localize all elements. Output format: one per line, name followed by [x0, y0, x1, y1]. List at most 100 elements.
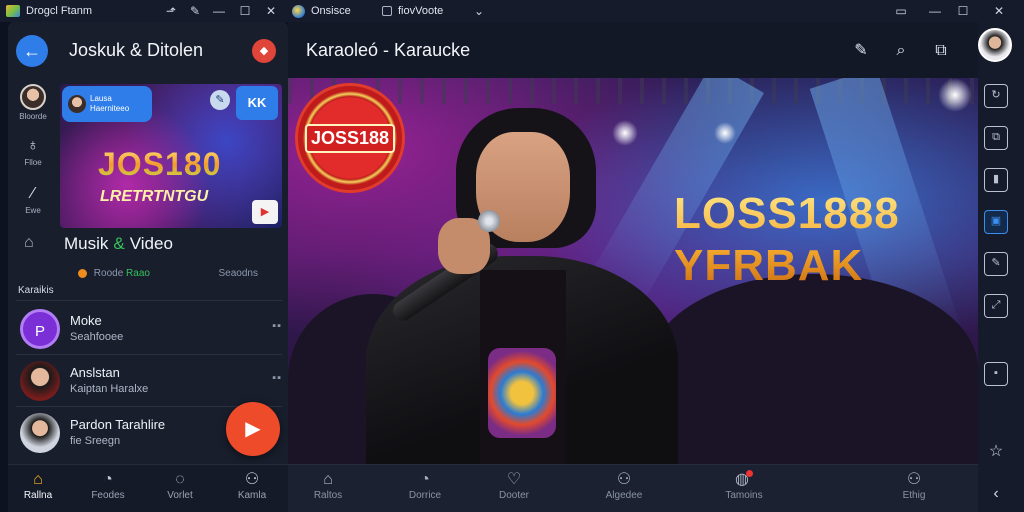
maximize-window-icon[interactable]: ☐ [954, 2, 972, 20]
app-logo-icon [6, 5, 20, 17]
nav-item-ethig[interactable]: ⚇ Ethig [874, 470, 954, 501]
more-icon[interactable]: ▪▪ [272, 372, 282, 384]
song-subtitle: fie Sreegn [70, 435, 121, 447]
rail-item-profile[interactable]: Bloorde [14, 84, 52, 121]
bookmark-icon[interactable]: ▮ [984, 168, 1008, 192]
banner-badge[interactable]: KK [236, 86, 278, 120]
play-icon[interactable]: ▶ [252, 200, 278, 224]
window-tab-strip: Drogcl Ftanm ⬏ ✎ — ☐ ✕ Onsisce fiovVoote… [0, 0, 1024, 22]
nav-item-vorlet[interactable]: ◌ Vorlet [150, 470, 210, 501]
minimize-window-icon[interactable]: — [926, 2, 944, 20]
more-icon[interactable]: ▪▪ [272, 320, 282, 332]
pen-icon[interactable]: ✎ [850, 40, 872, 62]
nav-item-dooter[interactable]: ♡ Dooter [474, 470, 554, 501]
copy-icon[interactable]: ⧉ [984, 126, 1008, 150]
home-icon: ⌂ [323, 471, 333, 488]
rail-item-ewe[interactable]: ⁄ Ewe [14, 184, 52, 215]
main-header: Karaoleó - Karaucke ✎ ⌕ ⧉ [288, 22, 978, 78]
song-title: Pardon Tarahlire [70, 417, 166, 432]
list-item[interactable]: Anslstan Kaiptan Haralxe ▪▪ [20, 356, 282, 406]
tab-action-icon[interactable]: ⬏ [162, 2, 180, 20]
rail-item-flloe[interactable]: ♁ Flloe [14, 136, 52, 167]
page-title: Karaoleó - Karaucke [306, 40, 471, 60]
microphone-head [478, 210, 500, 232]
song-cover [20, 413, 60, 453]
nav-item-dorrice[interactable]: ◔ Dorrice [385, 470, 465, 501]
right-toolbar: ↻ ⧉ ▮ ▣ ✎ ⤢ ▪ ☆ ‹ [978, 22, 1024, 512]
rail-item-label: Ewe [25, 206, 41, 215]
sidebar-title: Joskuk & Ditolen [69, 40, 204, 60]
maximize-icon[interactable]: ☐ [236, 2, 254, 20]
notification-icon: ◍ [704, 470, 784, 490]
banner-chip-line2: Haerniteeo [90, 104, 130, 113]
square-icon[interactable]: ▪ [984, 362, 1008, 386]
star-icon[interactable]: ☆ [984, 440, 1008, 464]
nav-item-raltos[interactable]: ⌂ Raltos [288, 470, 368, 501]
close-window-icon[interactable]: ✕ [990, 2, 1008, 20]
divider [16, 300, 282, 301]
nav-label: Dooter [498, 490, 529, 501]
main-panel: Karaoleó - Karaucke ✎ ⌕ ⧉ JOSS188 LOSS18… [288, 22, 978, 512]
meta-left: Roode [93, 268, 124, 279]
avatar [68, 95, 86, 113]
pin-icon[interactable]: ✎ [210, 90, 230, 110]
heart-icon: ♡ [506, 471, 522, 488]
promo-text: LOSS1888 YFRBAK [674, 188, 974, 292]
divider [16, 354, 282, 355]
back-button[interactable]: ← [16, 35, 48, 67]
nav-label: Tamoins [725, 490, 763, 501]
tab-video-label: fiovVoote [398, 5, 444, 17]
banner-headline: JOS180 [98, 146, 222, 182]
main-bottom-nav: ⌂ Raltos ◔ Dorrice ♡ Dooter ⚇ Algedee ◍ … [288, 464, 978, 512]
dropdown-icon[interactable]: ⌄ [470, 2, 488, 20]
share-icon[interactable]: ⧉ [930, 40, 952, 62]
edit-box-icon[interactable]: ✎ [984, 252, 1008, 276]
nav-item-tamoins[interactable]: ◍ Tamoins [704, 470, 784, 501]
minimize-icon[interactable]: — [210, 2, 228, 20]
refresh-icon[interactable]: ↻ [984, 84, 1008, 108]
meta-right[interactable]: Seaodns [219, 268, 258, 279]
avatar[interactable] [978, 28, 1012, 62]
back-arrow-icon[interactable]: ‹ [984, 482, 1008, 506]
nav-label: Kamla [237, 490, 267, 501]
rail-item-label: Flloe [24, 158, 42, 167]
nav-label: Feodes [91, 490, 125, 501]
nav-item-algedee[interactable]: ⚇ Algedee [584, 470, 664, 501]
nav-item-feodes[interactable]: ◔ Feodes [78, 470, 138, 501]
play-button[interactable]: ▶ [226, 402, 280, 456]
song-subtitle: Seahfooee [70, 331, 124, 343]
home-icon: ⌂ [33, 471, 43, 488]
tab-app[interactable]: Drogcl Ftanm [6, 0, 148, 22]
nav-label: Rallna [23, 490, 53, 501]
banner-user-chip[interactable]: Lausa Haerniteeo [62, 86, 152, 122]
resize-icon[interactable]: ⤢ [984, 294, 1008, 318]
search-icon[interactable]: ⌕ [890, 40, 912, 62]
close-icon[interactable]: ✕ [262, 2, 280, 20]
promo-banner[interactable]: Lausa Haerniteeo ✎ KK JOS180 LRETRTNTGU … [60, 84, 282, 228]
status-dot-icon [78, 268, 87, 278]
layout-icon[interactable]: ▣ [984, 210, 1008, 234]
tab-onsisce-label: Onsisce [311, 5, 351, 17]
nav-item-rallna[interactable]: ⌂ Rallna [8, 470, 68, 501]
lightbulb-icon: ♁ [27, 137, 39, 154]
screen-icon[interactable]: ▭ [892, 2, 910, 20]
section-title-amp: & [113, 234, 125, 253]
video-stage[interactable]: JOSS188 LOSS1888 YFRBAK [288, 78, 978, 464]
list-item[interactable]: P Moke Seahfooee ▪▪ [20, 304, 282, 354]
brand-logo-icon[interactable]: ◆ [252, 39, 276, 63]
tab-onsisce[interactable]: Onsisce [292, 0, 372, 22]
notification-badge [745, 470, 753, 477]
nav-label: Dorrice [408, 490, 442, 501]
tab-edit-icon[interactable]: ✎ [186, 2, 204, 20]
nav-item-kamla[interactable]: ⚇ Kamla [222, 470, 282, 501]
song-title: Moke [70, 313, 102, 328]
avatar [20, 84, 46, 110]
section-heading: ⌂ Musik & Video [24, 234, 173, 254]
nav-label: Raltos [313, 490, 343, 501]
feather-icon: ⁄ [31, 185, 35, 202]
nav-label: Ethig [902, 490, 926, 501]
meta-green: Raao [126, 268, 150, 279]
banner-chip-line1: Lausa [90, 94, 112, 103]
sidebar-bottom-nav: ⌂ Rallna ◔ Feodes ◌ Vorlet ⚇ Kamla [8, 464, 288, 512]
window-icon [382, 6, 392, 16]
